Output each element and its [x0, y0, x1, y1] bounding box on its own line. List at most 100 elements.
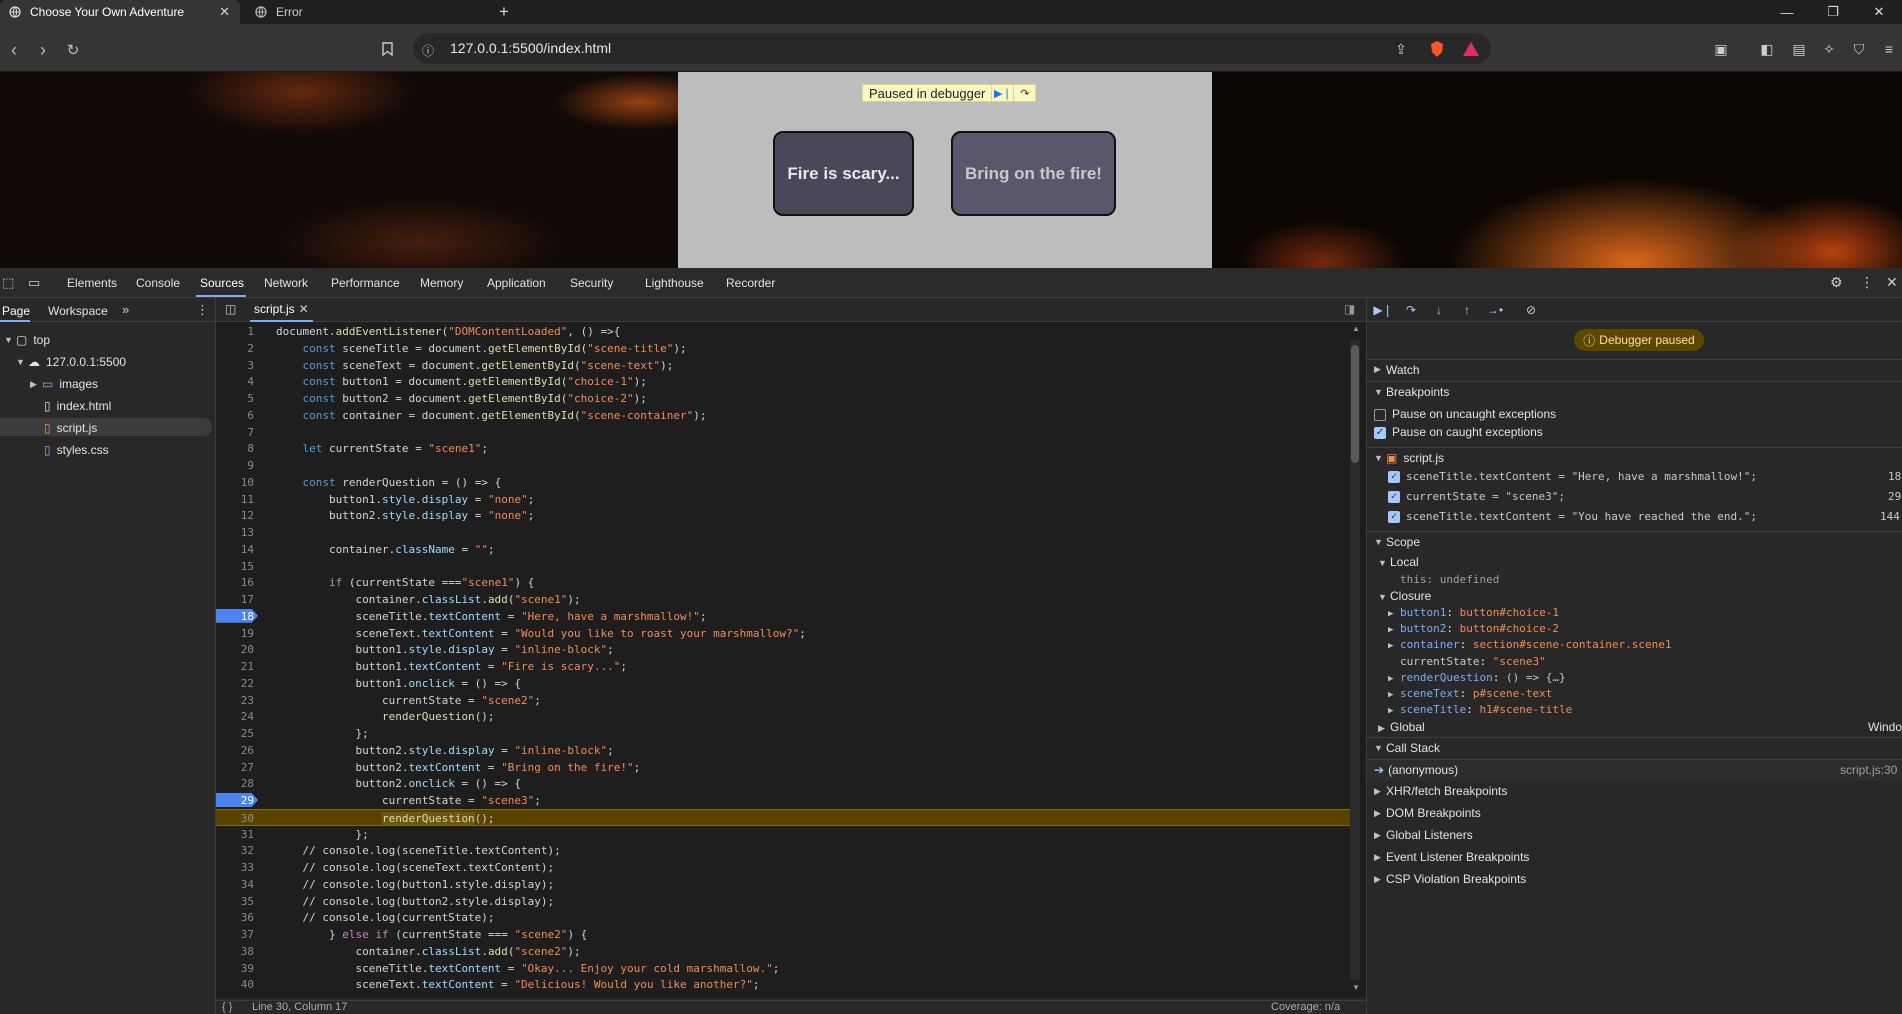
line-number[interactable]: 39 — [216, 960, 254, 977]
line-number[interactable]: 2 — [216, 340, 254, 357]
breakpoint-item[interactable]: ✓ sceneTitle.textContent = "Here, have a … — [1388, 470, 1757, 483]
close-window-icon[interactable]: ✕ — [1856, 0, 1902, 24]
breakpoint-file-group[interactable]: ▼ ▣ script.js — [1366, 447, 1902, 467]
tab-lighthouse[interactable]: Lighthouse — [645, 276, 704, 290]
code-line[interactable]: 23 currentState = "scene2"; — [216, 692, 1350, 709]
section-breakpoints[interactable]: ▼ Breakpoints — [1366, 381, 1902, 401]
tab-elements[interactable]: Elements — [67, 276, 117, 290]
code-line[interactable]: 13 — [216, 524, 1350, 541]
line-number[interactable]: 6 — [216, 407, 254, 424]
choice-1-button[interactable]: Fire is scary... — [773, 131, 914, 216]
line-number[interactable]: 33 — [216, 859, 254, 876]
tree-file-script-js[interactable]: ▯ script.js — [44, 419, 97, 437]
resume-icon[interactable]: ▶❘ — [991, 85, 1013, 101]
tab-network[interactable]: Network — [264, 276, 308, 290]
line-number[interactable]: 20 — [216, 641, 254, 658]
step-out-icon[interactable]: ↑ — [1458, 302, 1476, 318]
url-text[interactable]: 127.0.0.1:5500/index.html — [450, 40, 611, 56]
tab-performance[interactable]: Performance — [331, 276, 400, 290]
line-number[interactable]: 28 — [216, 775, 254, 792]
section-xhr-fetch-breakpoints[interactable]: ▶ XHR/fetch Breakpoints — [1366, 781, 1902, 801]
line-number[interactable]: 12 — [216, 507, 254, 524]
line-number[interactable]: 34 — [216, 876, 254, 893]
line-number[interactable]: 8 — [216, 440, 254, 457]
section-scope[interactable]: ▼ Scope — [1366, 531, 1902, 551]
line-number[interactable]: 14 — [216, 541, 254, 558]
tree-file-index-html[interactable]: ▯ index.html — [44, 397, 111, 415]
toggle-debugger-icon[interactable]: ◨ — [1344, 302, 1355, 316]
step-into-icon[interactable]: ↓ — [1430, 302, 1448, 318]
line-number[interactable]: 29 — [216, 792, 254, 809]
nav-tab-page[interactable]: Page — [2, 304, 30, 318]
settings-gear-icon[interactable]: ⚙ — [1830, 274, 1843, 291]
scope-local[interactable]: ▼ Local — [1378, 555, 1419, 569]
line-number[interactable]: 26 — [216, 742, 254, 759]
code-line[interactable]: 16 if (currentState ==="scene1") { — [216, 574, 1350, 591]
leo-ai-icon[interactable]: ✧ — [1820, 40, 1838, 58]
close-devtools-icon[interactable]: ✕ — [1886, 274, 1898, 291]
closure-var-sceneTitle[interactable]: ▶ sceneTitle: h1#scene-title — [1388, 703, 1572, 716]
code-line[interactable]: 22 button1.onclick = () => { — [216, 675, 1350, 692]
line-number[interactable]: 7 — [216, 424, 254, 441]
line-number[interactable]: 21 — [216, 658, 254, 675]
line-number[interactable]: 10 — [216, 474, 254, 491]
checkbox-unchecked[interactable] — [1374, 408, 1386, 421]
restore-icon[interactable]: ❐ — [1810, 0, 1856, 24]
call-stack-location[interactable]: script.js:30 — [1840, 763, 1897, 777]
scroll-down-icon[interactable]: ▼ — [1352, 983, 1360, 992]
code-editor[interactable]: 1 document.addEventListener("DOMContentLo… — [216, 322, 1366, 998]
nav-tab-workspace[interactable]: Workspace — [48, 304, 108, 318]
code-line[interactable]: 27 button2.textContent = "Bring on the f… — [216, 759, 1350, 776]
device-toolbar-icon[interactable]: ▭ — [28, 275, 40, 291]
code-line[interactable]: 32 // console.log(sceneTitle.textContent… — [216, 842, 1350, 859]
line-number[interactable]: 31 — [216, 826, 254, 843]
tab-memory[interactable]: Memory — [420, 276, 463, 290]
step-over-icon[interactable]: ↷ — [1013, 85, 1035, 101]
closure-var-sceneText[interactable]: ▶ sceneText: p#scene-text — [1388, 687, 1552, 700]
section-dom-breakpoints[interactable]: ▶ DOM Breakpoints — [1366, 803, 1902, 823]
code-line[interactable]: 33 // console.log(sceneText.textContent)… — [216, 859, 1350, 876]
reload-icon[interactable]: ↻ — [63, 40, 83, 60]
line-number[interactable]: 30 — [216, 810, 254, 827]
pause-on-uncaught-exceptions[interactable]: Pause on uncaught exceptions — [1374, 407, 1556, 421]
line-number[interactable]: 40 — [216, 976, 254, 993]
media-icon[interactable]: ▣ — [1712, 40, 1730, 58]
line-number[interactable]: 16 — [216, 574, 254, 591]
closure-var-renderQuestion[interactable]: ▶ renderQuestion: () => {…} — [1388, 671, 1566, 684]
line-number[interactable]: 32 — [216, 842, 254, 859]
code-line[interactable]: 9 — [216, 457, 1350, 474]
scope-global[interactable]: ▶ Global Windo — [1378, 720, 1902, 734]
code-line[interactable]: 26 button2.style.display = "inline-block… — [216, 742, 1350, 759]
code-line[interactable]: 36 // console.log(currentState); — [216, 909, 1350, 926]
code-line[interactable]: 17 container.classList.add("scene1"); — [216, 591, 1350, 608]
brave-rewards-icon[interactable] — [1462, 40, 1480, 58]
site-info-icon[interactable]: ⓘ — [419, 41, 437, 59]
pretty-print-icon[interactable]: { } — [222, 1001, 232, 1013]
code-line[interactable]: 37 } else if (currentState === "scene2")… — [216, 926, 1350, 943]
breakpoint-item[interactable]: ✓ sceneTitle.textContent = "You have reac… — [1388, 510, 1757, 523]
step-icon[interactable]: →• — [1486, 302, 1504, 318]
bookmark-icon[interactable] — [378, 40, 396, 58]
code-line[interactable]: 3 const sceneText = document.getElementB… — [216, 357, 1350, 374]
code-line[interactable]: 8 let currentState = "scene1"; — [216, 440, 1350, 457]
code-line[interactable]: 34 // console.log(button1.style.display)… — [216, 876, 1350, 893]
share-icon[interactable]: ⇪ — [1392, 40, 1410, 58]
code-line[interactable]: 29 currentState = "scene3"; — [216, 792, 1350, 809]
inspect-element-icon[interactable]: ⬚ — [2, 275, 14, 291]
closure-var-button1[interactable]: ▶ button1: button#choice-1 — [1388, 606, 1559, 619]
choice-2-button[interactable]: Bring on the fire! — [951, 131, 1116, 216]
code-line[interactable]: 38 container.classList.add("scene2"); — [216, 943, 1350, 960]
menu-icon[interactable]: ≡ — [1880, 40, 1898, 58]
editor-scrollbar-thumb[interactable] — [1351, 345, 1359, 463]
step-over-icon[interactable]: ↷ — [1402, 302, 1420, 318]
code-line[interactable]: 14 container.className = ""; — [216, 541, 1350, 558]
closure-var-button2[interactable]: ▶ button2: button#choice-2 — [1388, 622, 1559, 635]
minimize-icon[interactable]: — — [1764, 0, 1810, 24]
close-tab-icon[interactable]: ✕ — [219, 4, 230, 20]
code-line[interactable]: 24 renderQuestion(); — [216, 708, 1350, 725]
line-number[interactable]: 1 — [216, 323, 254, 340]
code-line[interactable]: 21 button1.textContent = "Fire is scary.… — [216, 658, 1350, 675]
code-line[interactable]: 4 const button1 = document.getElementByI… — [216, 373, 1350, 390]
line-number[interactable]: 15 — [216, 558, 254, 575]
call-stack-function[interactable]: ➔ (anonymous) — [1374, 763, 1458, 777]
